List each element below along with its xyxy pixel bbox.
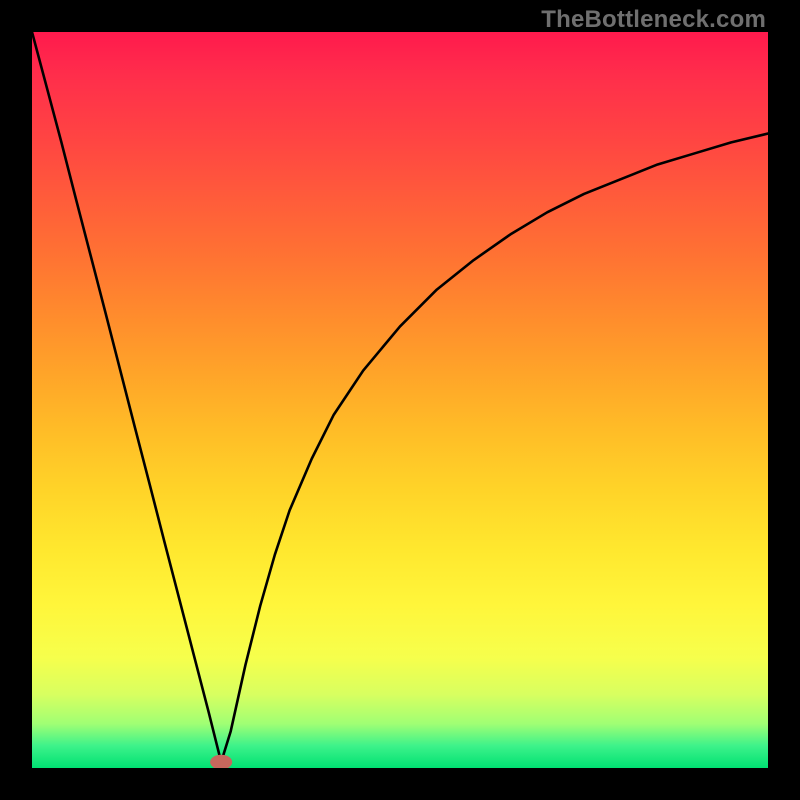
curve-layer [32, 32, 768, 768]
minimum-marker [210, 755, 232, 768]
curve-right-branch [221, 134, 768, 763]
chart-frame: TheBottleneck.com [0, 0, 800, 800]
attribution-label: TheBottleneck.com [541, 6, 766, 34]
plot-area [32, 32, 768, 768]
curve-left-branch [32, 32, 221, 762]
